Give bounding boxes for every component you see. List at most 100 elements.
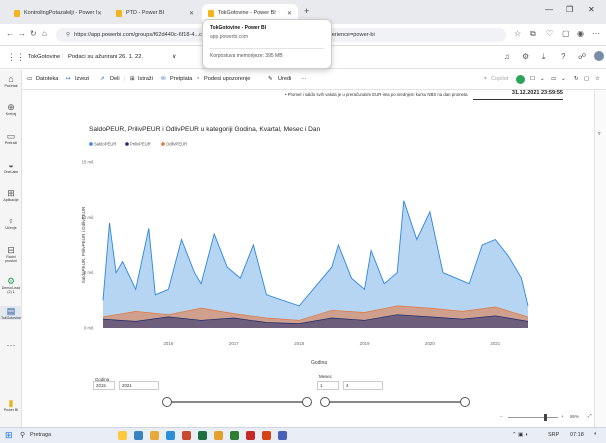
rail-item-learn[interactable]: ♀ Učenje xyxy=(0,216,22,230)
gear-icon[interactable]: ⚙ xyxy=(522,52,529,61)
rail-item-onelake[interactable]: ◒ OneLake xyxy=(0,160,22,174)
app-icon[interactable] xyxy=(230,431,239,440)
close-icon[interactable]: ✕ xyxy=(97,10,102,17)
home-icon[interactable]: ⌂ xyxy=(42,29,47,38)
chevron-down-icon[interactable]: ⌄ xyxy=(540,76,545,82)
taskbar-search[interactable]: Pretraga xyxy=(30,432,51,438)
rail-item-more[interactable]: ··· xyxy=(0,340,22,350)
rail-item-powerbi[interactable]: ▮ Power BI xyxy=(0,398,22,412)
rail-item-browse[interactable]: ▭ Pretraži xyxy=(0,131,22,145)
windows-start-icon[interactable]: ⊞ xyxy=(5,430,13,441)
chevron-down-icon[interactable]: ∨ xyxy=(172,54,176,60)
app-icon[interactable] xyxy=(262,431,271,440)
ribbon-subscribe[interactable]: Pretplata xyxy=(170,76,192,82)
comment-icon[interactable]: ▢ xyxy=(584,76,589,82)
rail-item-workspace[interactable]: ⚙ Demo/Lead (2) 1 xyxy=(0,276,22,294)
collections-icon[interactable]: ▢ xyxy=(562,29,570,38)
download-icon[interactable]: ⤓ xyxy=(542,52,546,62)
ribbon-explore[interactable]: Istraži xyxy=(138,76,153,82)
copilot-icon: ✦ xyxy=(483,76,488,82)
maximize-icon[interactable]: ❐ xyxy=(566,5,573,14)
year-slider-start-handle[interactable] xyxy=(162,397,172,407)
ribbon-file[interactable]: Datoteka xyxy=(36,76,58,82)
month-slider-start-handle[interactable] xyxy=(320,397,330,407)
more-icon[interactable]: ··· xyxy=(301,76,307,82)
x-tick-label: 2016 xyxy=(163,341,173,346)
fit-page-icon[interactable]: ⤢ xyxy=(588,413,592,418)
browser-tab[interactable]: KontrolingPotazalelji - Power I ✕ xyxy=(8,4,108,22)
app-icon[interactable] xyxy=(278,431,287,440)
share-icon[interactable]: ☍ xyxy=(578,52,586,61)
close-icon[interactable]: ✕ xyxy=(189,10,194,17)
ribbon-share[interactable]: Deli xyxy=(110,76,120,82)
year-from-input[interactable]: 2015 xyxy=(93,381,115,390)
taskview-icon[interactable] xyxy=(134,431,143,440)
browser-tab[interactable]: PTD - Power BI ✕ xyxy=(110,4,200,22)
back-icon[interactable]: ← xyxy=(6,29,14,38)
rail-item-apps[interactable]: ⊞ Aplikacije xyxy=(0,188,22,202)
month-to-input[interactable]: 4 xyxy=(343,381,383,390)
excel-icon[interactable] xyxy=(198,431,207,440)
bell-icon[interactable]: ♫ xyxy=(504,52,510,61)
rail-item-create[interactable]: ⊕ Kreiraj xyxy=(0,102,22,116)
powerbi-icon: ▮ xyxy=(8,398,14,408)
favorites-icon[interactable]: ♡ xyxy=(546,29,553,38)
report-ribbon: ▭ Datoteka ↦ Izvezi ⇗ Deli | ⊞ Istraži ✉… xyxy=(0,70,606,90)
widgets-icon[interactable] xyxy=(118,431,127,440)
copilot-button[interactable]: Copilot xyxy=(491,76,508,82)
profile-icon[interactable]: ◉ xyxy=(577,29,584,38)
tab-label: KontrolingPotazalelji - Power I xyxy=(24,10,98,16)
report-name[interactable]: TokGotovine xyxy=(28,54,60,60)
ribbon-edit[interactable]: Uredi xyxy=(278,76,291,82)
zoom-control[interactable]: − + 86% ⤢ xyxy=(500,413,600,423)
year-slider-track[interactable] xyxy=(167,401,307,403)
forward-icon[interactable]: → xyxy=(18,29,26,38)
app-icon[interactable] xyxy=(246,431,255,440)
month-slider-end-handle[interactable] xyxy=(460,397,470,407)
ribbon-alert[interactable]: Podesi upozorenje xyxy=(204,76,250,82)
month-from-input[interactable]: 1 xyxy=(317,381,339,390)
filters-pane-collapsed[interactable]: ⊳ xyxy=(594,90,606,427)
clock[interactable]: 07:18 xyxy=(570,432,584,438)
language-indicator[interactable]: SRP xyxy=(548,432,559,438)
close-icon[interactable]: ✕ xyxy=(287,10,292,17)
extensions-icon[interactable]: ⧉ xyxy=(530,29,536,39)
help-icon[interactable]: ? xyxy=(561,52,565,61)
app-launcher-icon[interactable]: ⋮⋮ xyxy=(7,52,25,63)
report-icon: ▤ xyxy=(6,306,16,316)
zoom-slider-handle[interactable] xyxy=(544,414,547,421)
minimize-icon[interactable]: — xyxy=(545,5,553,14)
file-explorer-icon[interactable] xyxy=(150,431,159,440)
office-icon[interactable] xyxy=(182,431,191,440)
x-tick-label: 2021 xyxy=(490,341,500,346)
year-slider-end-handle[interactable] xyxy=(302,397,312,407)
reload-icon[interactable]: ↻ xyxy=(30,29,37,38)
left-nav-rail: ⌂ Početak ⊕ Kreiraj ▭ Pretraži ◒ OneLake ⊞ Ap… xyxy=(0,70,22,427)
rail-item-workspaces[interactable]: ⊟ Radni prostori xyxy=(0,245,22,263)
new-tab-button[interactable]: + xyxy=(304,6,309,16)
chrome-icon[interactable] xyxy=(214,431,223,440)
month-slider-track[interactable] xyxy=(325,401,465,403)
zoom-slider[interactable] xyxy=(508,417,558,418)
rail-item-home[interactable]: ⌂ Početak xyxy=(0,74,22,88)
tab-label: TokGotovine - Power BI xyxy=(218,10,276,16)
ribbon-export[interactable]: Izvezi xyxy=(75,76,89,82)
notifications-icon[interactable]: ◐ xyxy=(594,431,597,437)
star-icon[interactable]: ☆ xyxy=(595,76,600,82)
rail-item-report[interactable]: ▤ TokGotovine xyxy=(0,306,22,320)
chevron-down-icon[interactable]: ⌄ xyxy=(561,76,566,82)
view-icon[interactable]: ▭ xyxy=(551,76,556,82)
star-icon[interactable]: ☆ xyxy=(514,29,521,38)
hover-card-memory: Korpostuva memorijeze: 395 MB xyxy=(210,48,324,59)
close-window-icon[interactable]: ✕ xyxy=(588,5,595,14)
bookmark-icon[interactable]: ☐ xyxy=(530,76,535,82)
avatar[interactable] xyxy=(594,51,604,61)
year-to-input[interactable]: 2021 xyxy=(119,381,159,390)
tray-icons[interactable]: ⌃ ▣ ◖ xyxy=(512,432,528,438)
menu-icon[interactable]: ⋯ xyxy=(592,29,600,38)
zoom-out-icon[interactable]: − xyxy=(500,414,503,419)
refresh-icon[interactable]: ↻ xyxy=(574,76,579,82)
data-updated-label[interactable]: Podaci su ažurirani 26. 1. 22. xyxy=(68,54,143,60)
edge-icon[interactable] xyxy=(166,431,175,440)
zoom-in-icon[interactable]: + xyxy=(561,414,564,419)
